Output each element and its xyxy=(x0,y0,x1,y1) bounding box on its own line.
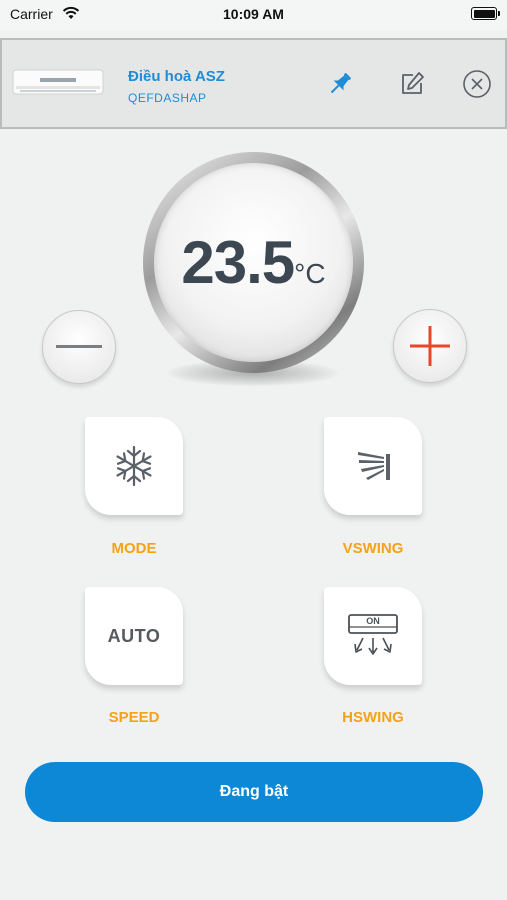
mode-button[interactable] xyxy=(85,417,183,515)
increase-temperature-button[interactable] xyxy=(393,309,467,383)
plus-icon xyxy=(410,326,450,366)
pin-button[interactable] xyxy=(324,68,356,100)
hswing-button[interactable]: ON xyxy=(324,587,422,685)
vswing-label: VSWING xyxy=(342,540,404,557)
decrease-temperature-button[interactable] xyxy=(42,310,116,384)
device-code: QEFDASHAP xyxy=(128,91,207,105)
battery-icon xyxy=(471,7,500,20)
speed-label: SPEED xyxy=(108,709,160,726)
air-conditioner-image xyxy=(12,69,104,95)
device-name: Điều hoà ASZ xyxy=(128,68,225,85)
edit-button[interactable] xyxy=(396,68,428,100)
status-bar: Carrier 10:09 AM xyxy=(0,0,507,30)
device-header: Điều hoà ASZ QEFDASHAP xyxy=(0,38,507,129)
mode-label: MODE xyxy=(111,540,157,557)
vertical-swing-icon xyxy=(358,452,390,480)
snowflake-icon xyxy=(116,445,152,487)
edit-icon xyxy=(402,72,424,94)
temperature-display: 23.5°C xyxy=(143,228,364,297)
power-button[interactable]: Đang bật xyxy=(25,762,483,822)
speed-button[interactable]: AUTO xyxy=(85,587,183,685)
hswing-on-text: ON xyxy=(366,616,380,626)
hswing-label: HSWING xyxy=(342,709,404,726)
close-button[interactable] xyxy=(461,68,493,100)
temperature-value: 23.5 xyxy=(181,229,295,296)
horizontal-swing-icon: ON xyxy=(348,614,398,655)
speed-value: AUTO xyxy=(107,625,161,646)
pin-icon xyxy=(330,73,351,94)
clock: 10:09 AM xyxy=(223,6,284,22)
vswing-button[interactable] xyxy=(324,417,422,515)
temperature-unit: °C xyxy=(294,258,326,289)
temperature-dial: 23.5°C xyxy=(143,152,364,373)
minus-icon xyxy=(56,345,102,348)
close-circle-icon xyxy=(463,70,491,98)
